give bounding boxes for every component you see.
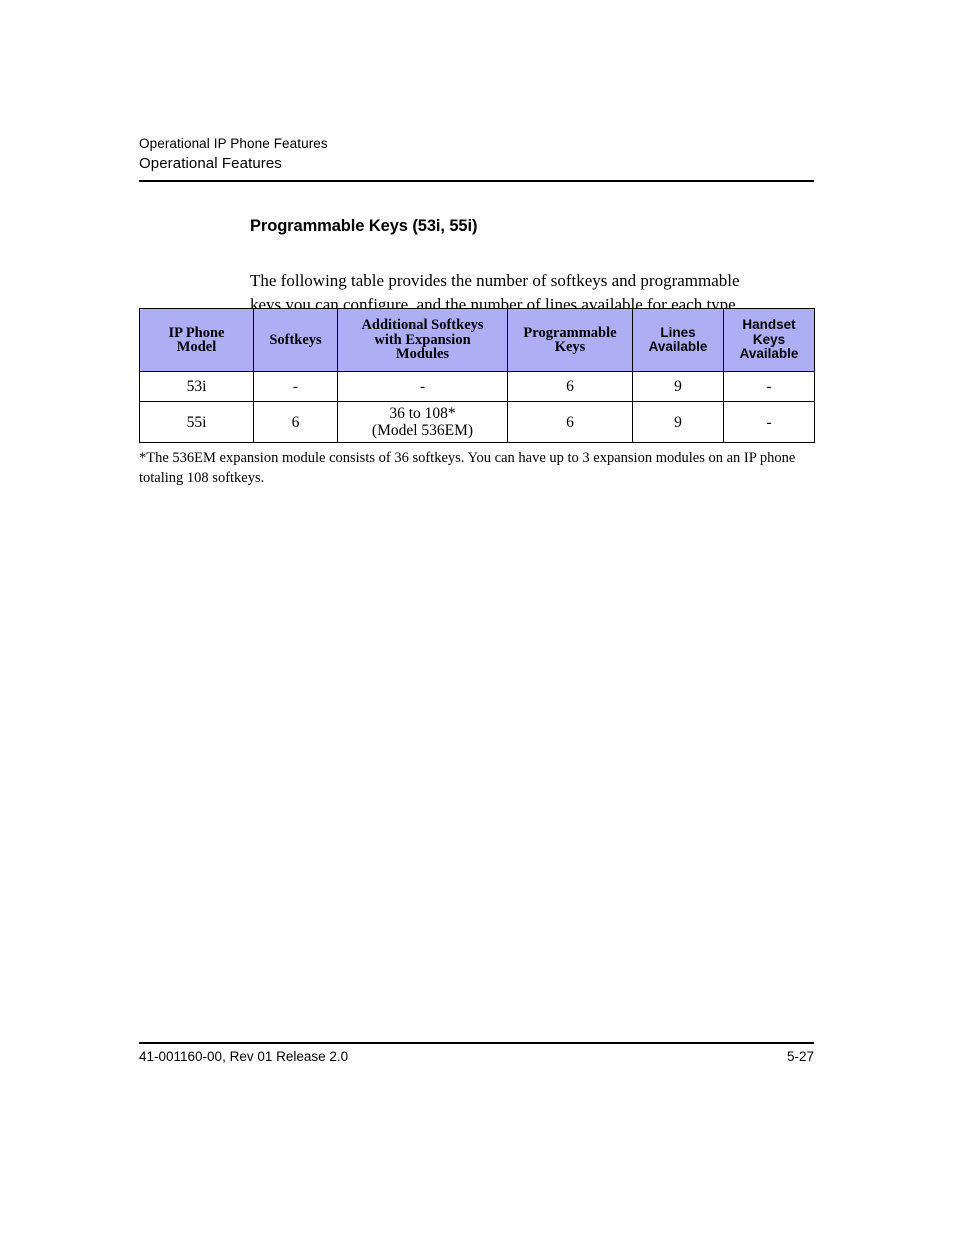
column-header-ip-phone-model: IP Phone Model [139, 308, 254, 372]
cell-additional-softkeys-line-2: (Model 536EM) [371, 422, 474, 439]
column-header-handset-keys-available: Handset Keys Available [723, 308, 815, 372]
table-row: 55i 6 36 to 108* (Model 536EM) 6 9 - [139, 401, 815, 443]
col-header-line: Softkeys [269, 331, 322, 348]
col-header-line: Lines Available [648, 324, 708, 354]
column-header-lines-available: Lines Available [632, 308, 724, 372]
running-header: Operational IP Phone Features Operationa… [139, 134, 814, 174]
cell-additional-softkeys: - [337, 371, 508, 402]
cell-softkeys: 6 [253, 401, 338, 443]
programmable-keys-table: IP Phone Model Softkeys Additional Softke… [139, 308, 815, 443]
table-header-row: IP Phone Model Softkeys Additional Softke… [139, 308, 815, 372]
cell-handset-keys-available: - [723, 401, 815, 443]
col-header-line: Programmable Keys [523, 324, 617, 355]
cell-programmable-keys: 6 [507, 401, 633, 443]
page-title: Programmable Keys (53i, 55i) [250, 217, 478, 235]
cell-softkeys: - [253, 371, 338, 402]
cell-model: 55i [139, 401, 254, 443]
cell-additional-softkeys: 36 to 108* (Model 536EM) [337, 401, 508, 443]
header-divider-rule [139, 180, 814, 182]
col-header-line: IP Phone Model [168, 324, 225, 355]
column-header-additional-softkeys: Additional Softkeys with Expansion Modules [337, 308, 508, 372]
col-header-line: Handset Keys Available [739, 317, 799, 362]
cell-model: 53i [139, 371, 254, 402]
table-row: 53i - - 6 9 - [139, 371, 815, 402]
running-header-line-1: Operational IP Phone Features [139, 136, 328, 151]
table-footnote: *The 536EM expansion module consists of … [139, 449, 796, 486]
running-header-line-2: Operational Features [139, 155, 282, 172]
footer-divider-rule [139, 1042, 814, 1044]
footer-document-id: 41-001160-00, Rev 01 Release 2.0 [139, 1049, 349, 1064]
col-header-line: Additional Softkeys with Expansion Modules [361, 317, 484, 363]
cell-additional-softkeys-line-1: 36 to 108* [389, 405, 456, 422]
cell-lines-available: 9 [632, 371, 724, 402]
column-header-programmable-keys: Programmable Keys [507, 308, 633, 372]
cell-handset-keys-available: - [723, 371, 815, 402]
cell-lines-available: 9 [632, 401, 724, 443]
column-header-softkeys: Softkeys [253, 308, 338, 372]
footer-page-number: 5-27 [786, 1049, 814, 1064]
cell-programmable-keys: 6 [507, 371, 633, 402]
